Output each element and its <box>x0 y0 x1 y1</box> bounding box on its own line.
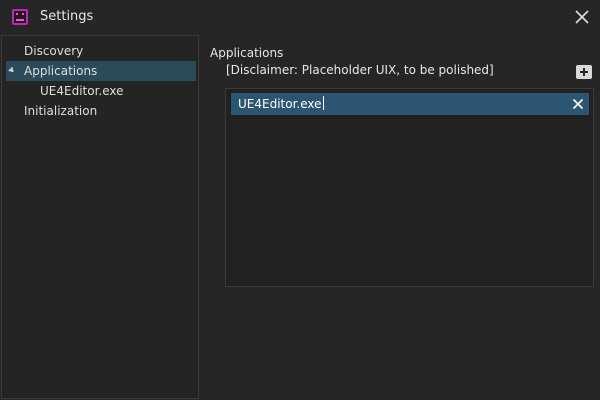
sidebar-item-applications[interactable]: Applications <box>6 61 196 81</box>
sidebar-item-label: Discovery <box>24 44 84 58</box>
sidebar-item-label: UE4Editor.exe <box>40 84 124 98</box>
section-title: Applications <box>210 46 284 60</box>
settings-window: Settings Discovery Applications UE4Edito… <box>0 0 600 400</box>
plus-icon <box>580 68 588 76</box>
sidebar-item-discovery[interactable]: Discovery <box>6 41 196 61</box>
text-caret <box>322 96 324 110</box>
add-application-button[interactable] <box>576 65 592 79</box>
app-logo-icon <box>12 9 28 25</box>
title-bar[interactable]: Settings <box>0 0 600 34</box>
sidebar-item-initialization[interactable]: Initialization <box>6 101 196 121</box>
close-icon <box>572 98 584 110</box>
sidebar-item-label: Initialization <box>24 104 98 118</box>
sidebar-item-ue4editor[interactable]: UE4Editor.exe <box>6 81 196 101</box>
close-icon <box>575 10 589 24</box>
close-button[interactable] <box>572 7 592 27</box>
window-title: Settings <box>40 9 94 24</box>
applications-list: UE4Editor.exe <box>225 88 594 287</box>
disclaimer-text: [Disclaimer: Placeholder UIX, to be poli… <box>226 63 494 77</box>
sidebar-item-label: Applications <box>24 64 98 78</box>
application-entry-value: UE4Editor.exe <box>238 96 324 111</box>
application-entry-field[interactable]: UE4Editor.exe <box>231 93 589 115</box>
remove-application-button[interactable] <box>571 97 585 111</box>
settings-sidebar: Discovery Applications UE4Editor.exe Ini… <box>1 35 199 399</box>
expand-arrow-icon[interactable] <box>8 66 16 75</box>
